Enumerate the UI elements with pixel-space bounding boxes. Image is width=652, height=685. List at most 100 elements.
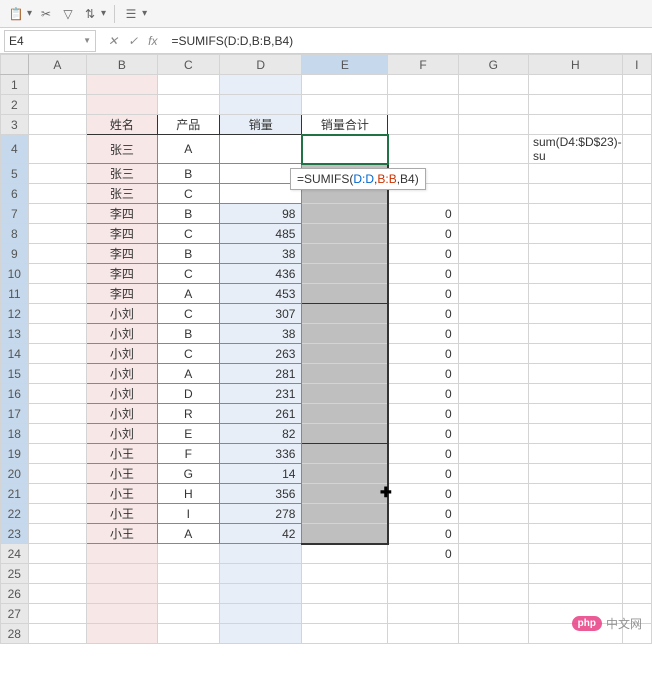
cell[interactable] (302, 224, 388, 244)
cell[interactable]: 0 (388, 384, 458, 404)
row-header[interactable]: 24 (1, 544, 29, 564)
cell[interactable] (388, 135, 458, 164)
cell[interactable]: 263 (220, 344, 302, 364)
cell[interactable]: 小刘 (87, 364, 157, 384)
cell[interactable]: 356 (220, 484, 302, 504)
cell[interactable]: 小王 (87, 444, 157, 464)
sort-icon[interactable]: ⇅ (82, 6, 98, 22)
cell[interactable] (220, 135, 302, 164)
cell[interactable]: H (157, 484, 220, 504)
row-header[interactable]: 27 (1, 604, 29, 624)
cell[interactable]: A (157, 524, 220, 544)
cell[interactable] (302, 244, 388, 264)
cell[interactable]: 0 (388, 424, 458, 444)
cell[interactable]: 0 (388, 504, 458, 524)
col-header-D[interactable]: D (220, 55, 302, 75)
cancel-icon[interactable]: ✕ (108, 34, 118, 48)
row-header[interactable]: 17 (1, 404, 29, 424)
rows-icon[interactable]: ☰ (123, 6, 139, 22)
row-header[interactable]: 18 (1, 424, 29, 444)
cell[interactable] (302, 524, 388, 544)
cell[interactable]: 231 (220, 384, 302, 404)
cell[interactable]: 281 (220, 364, 302, 384)
formula-input[interactable]: =SUMIFS(D:D,B:B,B4) (165, 34, 652, 48)
cell[interactable]: 小刘 (87, 324, 157, 344)
cell[interactable]: 小刘 (87, 344, 157, 364)
row-header[interactable]: 28 (1, 624, 29, 644)
cell[interactable]: 0 (388, 364, 458, 384)
row-header[interactable]: 12 (1, 304, 29, 324)
row-header[interactable]: 20 (1, 464, 29, 484)
cell[interactable]: R (157, 404, 220, 424)
cell[interactable]: C (157, 224, 220, 244)
cell[interactable]: 307 (220, 304, 302, 324)
cell[interactable]: F (157, 444, 220, 464)
cell[interactable]: B (157, 204, 220, 224)
cell[interactable]: 0 (388, 324, 458, 344)
header-name[interactable]: 姓名 (87, 115, 157, 135)
scissors-icon[interactable]: ✂ (38, 6, 54, 22)
cell[interactable]: 0 (388, 444, 458, 464)
cell[interactable] (302, 464, 388, 484)
col-header-G[interactable]: G (458, 55, 528, 75)
cell[interactable]: 0 (388, 204, 458, 224)
row-header[interactable]: 21 (1, 484, 29, 504)
header-sales[interactable]: 销量 (220, 115, 302, 135)
cell[interactable]: 0 (388, 244, 458, 264)
cell[interactable]: E (157, 424, 220, 444)
row-header[interactable]: 14 (1, 344, 29, 364)
col-header-F[interactable]: F (388, 55, 458, 75)
cell[interactable]: 82 (220, 424, 302, 444)
cell[interactable] (302, 324, 388, 344)
cell[interactable]: 李四 (87, 224, 157, 244)
cell[interactable] (302, 344, 388, 364)
header-product[interactable]: 产品 (157, 115, 220, 135)
cell[interactable]: 436 (220, 264, 302, 284)
cell[interactable]: A (157, 135, 220, 164)
cell[interactable]: 0 (388, 284, 458, 304)
fx-icon[interactable]: fx (148, 34, 157, 48)
row-header[interactable]: 9 (1, 244, 29, 264)
cell[interactable]: 小刘 (87, 384, 157, 404)
cell[interactable]: 0 (388, 484, 458, 504)
cell[interactable] (302, 404, 388, 424)
cell[interactable] (302, 304, 388, 324)
col-header-H[interactable]: H (528, 55, 622, 75)
row-header[interactable]: 23 (1, 524, 29, 544)
cell[interactable]: 0 (388, 224, 458, 244)
cell[interactable]: 小刘 (87, 404, 157, 424)
cell[interactable]: 小王 (87, 504, 157, 524)
cell[interactable]: 李四 (87, 264, 157, 284)
row-header[interactable]: 11 (1, 284, 29, 304)
cell[interactable]: C (157, 304, 220, 324)
row-header[interactable]: 4 (1, 135, 29, 164)
cell[interactable]: B (157, 324, 220, 344)
cell[interactable]: 李四 (87, 204, 157, 224)
row-header[interactable]: 10 (1, 264, 29, 284)
cell[interactable]: 张三 (87, 164, 157, 184)
confirm-icon[interactable]: ✓ (128, 34, 138, 48)
cell[interactable]: 38 (220, 244, 302, 264)
cell[interactable]: G (157, 464, 220, 484)
row-header[interactable]: 3 (1, 115, 29, 135)
rows-dropdown[interactable]: ▾ (142, 8, 147, 19)
name-box-dropdown-icon[interactable]: ▼ (83, 36, 91, 45)
cell[interactable]: 261 (220, 404, 302, 424)
select-all-corner[interactable] (1, 55, 29, 75)
cell[interactable]: B (157, 164, 220, 184)
cell[interactable]: 小王 (87, 484, 157, 504)
cell[interactable]: D (157, 384, 220, 404)
header-total[interactable]: 销量合计 (302, 115, 388, 135)
row-header[interactable]: 13 (1, 324, 29, 344)
cell[interactable]: 336 (220, 444, 302, 464)
col-header-E[interactable]: E (302, 55, 388, 75)
cell[interactable]: C (157, 344, 220, 364)
row-header[interactable]: 16 (1, 384, 29, 404)
cell[interactable]: A (157, 284, 220, 304)
row-header[interactable]: 6 (1, 184, 29, 204)
paste-dropdown[interactable]: ▾ (27, 8, 32, 19)
cell[interactable] (302, 364, 388, 384)
cell[interactable]: sum(D4:$D$23)-su (528, 135, 622, 164)
cell[interactable] (302, 424, 388, 444)
row-header[interactable]: 8 (1, 224, 29, 244)
